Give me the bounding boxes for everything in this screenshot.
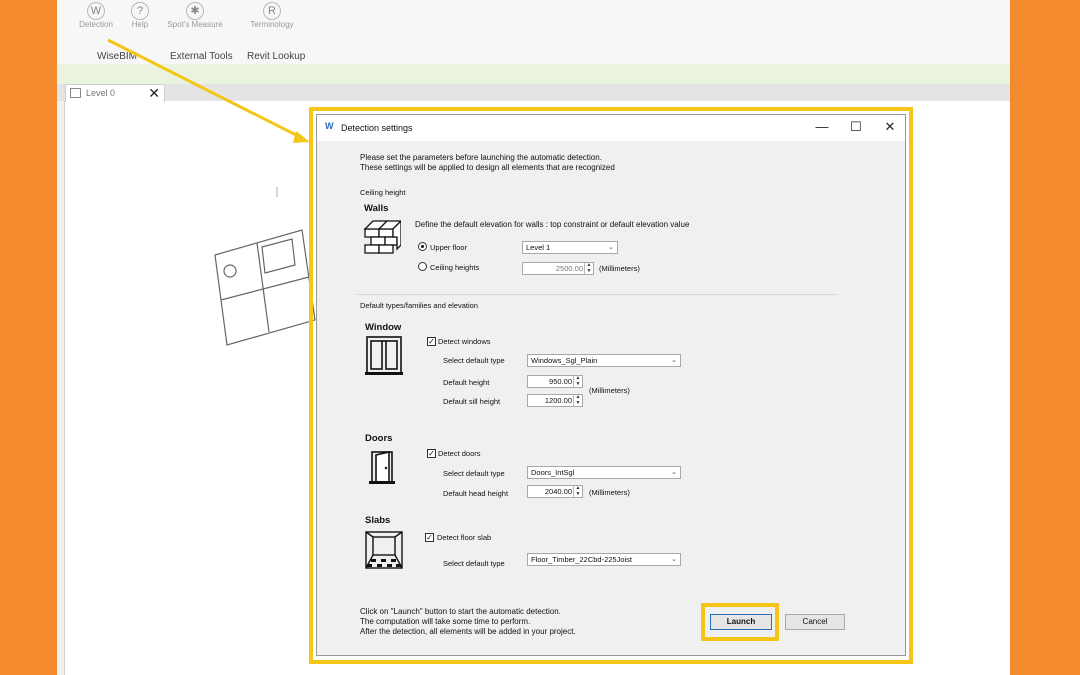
external-tools-panel-label: External Tools (170, 51, 233, 62)
window-sill-value: 1200.00 (544, 396, 572, 405)
floor-plan-icon (70, 88, 81, 98)
detect-doors-label: Detect doors (438, 449, 481, 458)
door-head-label: Default head height (443, 489, 509, 498)
dialog-titlebar: W Detection settings — ☐ ✕ (317, 115, 905, 141)
help-ribbon-button[interactable]: ? Help (123, 0, 157, 40)
dialog-title: Detection settings (341, 123, 413, 133)
walls-brick-icon (363, 220, 401, 254)
spinner-icon[interactable]: ▲ ▼ (584, 263, 593, 274)
ribbon: W Detection ? Help ✱ Spot's Measure R Te… (57, 0, 1010, 65)
door-head-input[interactable]: 2040.00 ▲ ▼ (527, 485, 583, 498)
upper-floor-label: Upper floor (430, 243, 468, 252)
spots-measure-ribbon-label: Spot's Measure (167, 20, 223, 29)
window-type-label: Select default type (443, 356, 505, 365)
chevron-down-icon: ⌄ (671, 357, 677, 364)
view-tab-level-0[interactable]: Level 0 ✕ (65, 84, 165, 102)
launch-highlight-frame (701, 603, 779, 641)
group-separator (357, 294, 837, 295)
window-height-label: Default height (443, 378, 490, 387)
upper-floor-select[interactable]: Level 1 ⌄ (522, 241, 618, 254)
spinner-icon[interactable]: ▲ ▼ (573, 395, 582, 406)
footer-text-line3: After the detection, all elements will b… (360, 627, 576, 636)
revit-lookup-panel-label: Revit Lookup (247, 51, 306, 62)
intro-text-line2: These settings will be applied to design… (360, 163, 615, 172)
cancel-button[interactable]: Cancel (785, 614, 845, 630)
slab-type-label: Select default type (443, 559, 505, 568)
terminology-ribbon-label: Terminology (250, 20, 294, 29)
help-ribbon-label: Help (131, 20, 149, 29)
slabs-heading: Slabs (365, 515, 391, 526)
detect-floor-slab-checkbox[interactable]: ✓ (425, 533, 434, 542)
ceiling-heights-input[interactable]: 2500.00 ▲ ▼ (522, 262, 594, 275)
window-type-value: Windows_Sgl_Plain (531, 356, 598, 365)
slab-type-select[interactable]: Floor_Timber_22Cbd-225Joist ⌄ (527, 553, 681, 566)
view-tab-bar (57, 84, 1010, 101)
window-heading: Window (365, 322, 402, 333)
detect-floor-slab-label: Detect floor slab (437, 533, 492, 542)
door-unit: (Millimeters) (589, 488, 630, 497)
ceiling-heights-unit: (Millimeters) (599, 264, 640, 273)
spinner-icon[interactable]: ▲ ▼ (573, 376, 582, 387)
types-group-label: Default types/families and elevation (360, 301, 478, 310)
footer-text-line2: The computation will take some time to p… (360, 617, 531, 626)
help-icon: ? (131, 2, 149, 20)
walls-description: Define the default elevation for walls :… (415, 220, 690, 229)
spots-measure-ribbon-button[interactable]: ✱ Spot's Measure (161, 0, 229, 40)
detect-windows-checkbox[interactable]: ✓ (427, 337, 436, 346)
window-unit: (Millimeters) (589, 386, 630, 395)
ceiling-heights-radio[interactable] (418, 262, 427, 271)
window-sill-label: Default sill height (443, 397, 501, 406)
footer-text-line1: Click on "Launch" button to start the au… (360, 607, 561, 616)
window-height-value: 950.00 (549, 377, 572, 386)
detection-ribbon-label: Detection (79, 20, 113, 29)
wisebim-app-icon: W (325, 121, 334, 131)
options-bar (57, 64, 1010, 85)
window-height-input[interactable]: 950.00 ▲ ▼ (527, 375, 583, 388)
close-dialog-button[interactable]: ✕ (875, 118, 905, 136)
chevron-down-icon: ⌄ (671, 469, 677, 476)
upper-floor-value: Level 1 (526, 243, 551, 252)
detect-doors-checkbox[interactable]: ✓ (427, 449, 436, 458)
detection-settings-dialog: W Detection settings — ☐ ✕ Please set th… (316, 114, 906, 656)
window-icon (365, 336, 403, 375)
walls-heading: Walls (364, 203, 389, 214)
detection-ribbon-button[interactable]: W Detection (75, 0, 117, 40)
door-head-value: 2040.00 (544, 487, 572, 496)
door-icon (369, 450, 395, 484)
window-sill-input[interactable]: 1200.00 ▲ ▼ (527, 394, 583, 407)
intro-text-line1: Please set the parameters before launchi… (360, 153, 602, 162)
chevron-down-icon: ⌄ (608, 244, 614, 251)
window-type-select[interactable]: Windows_Sgl_Plain ⌄ (527, 354, 681, 367)
wisebim-panel-label: WiseBIM (97, 51, 137, 62)
close-view-tab-icon[interactable]: ✕ (148, 85, 160, 101)
ceiling-heights-value: 2500.00 (555, 264, 583, 273)
door-type-select[interactable]: Doors_IntSgl ⌄ (527, 466, 681, 479)
revit-lookup-icon: R (263, 2, 281, 20)
terminology-ribbon-button[interactable]: R Terminology (241, 0, 303, 40)
wisebim-icon: W (87, 2, 105, 20)
door-type-label: Select default type (443, 469, 505, 478)
view-tab-label: Level 0 (86, 88, 116, 98)
ceiling-heights-label: Ceiling heights (430, 263, 480, 272)
door-type-value: Doors_IntSgl (531, 468, 575, 477)
doors-heading: Doors (365, 433, 393, 444)
maximize-button[interactable]: ☐ (841, 118, 871, 136)
measure-icon: ✱ (186, 2, 204, 20)
minimize-button[interactable]: — (807, 118, 837, 136)
upper-floor-radio[interactable] (418, 242, 427, 251)
properties-panel-edge (57, 101, 65, 675)
spinner-icon[interactable]: ▲ ▼ (573, 486, 582, 497)
slab-type-value: Floor_Timber_22Cbd-225Joist (531, 555, 633, 564)
detect-windows-label: Detect windows (438, 337, 491, 346)
ceiling-height-group-label: Ceiling height (360, 188, 406, 197)
floor-slab-icon (365, 531, 403, 569)
chevron-down-icon: ⌄ (671, 556, 677, 563)
